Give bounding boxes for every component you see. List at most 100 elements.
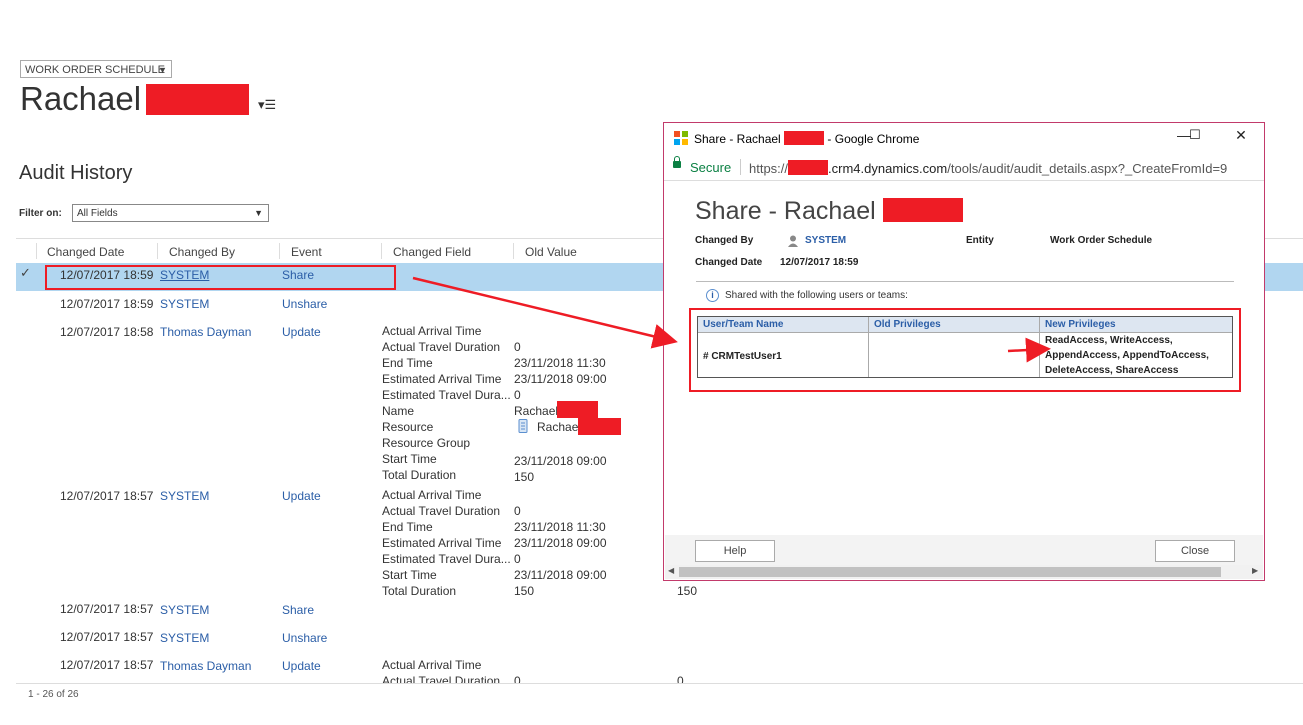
window-titlebar[interactable]: Share - Rachael - Google Chrome — ☐ ✕ xyxy=(664,123,1264,153)
close-button[interactable]: Close xyxy=(1155,540,1235,562)
old-value: 150 xyxy=(514,470,535,484)
scroll-right-icon[interactable]: ▶ xyxy=(1252,566,1258,575)
redaction-mark xyxy=(784,131,825,145)
row-changed-by-link[interactable]: Thomas Dayman xyxy=(160,325,251,339)
divider xyxy=(696,281,1234,282)
old-value: 23/11/2018 09:00 xyxy=(514,454,607,468)
old-value: 0 xyxy=(514,504,521,518)
lock-icon xyxy=(673,156,681,168)
help-button[interactable]: Help xyxy=(695,540,775,562)
new-value: 150 xyxy=(677,584,698,598)
address-bar[interactable]: Secure https:// .crm4.dynamics.com/tools/… xyxy=(664,154,1264,181)
check-icon[interactable]: ✓ xyxy=(20,265,31,281)
secure-label: Secure xyxy=(690,160,732,175)
row-changed-by-link[interactable]: Thomas Dayman xyxy=(160,659,251,673)
changed-field-name: Start Time xyxy=(382,452,437,466)
changed-field-name: End Time xyxy=(382,520,433,534)
caret-down-icon: ▼ xyxy=(254,208,263,218)
changed-field-name: Actual Travel Duration xyxy=(382,504,501,518)
column-header-user-team: User/Team Name xyxy=(703,319,784,330)
filter-select[interactable]: All Fields ▼ xyxy=(72,204,269,222)
changed-field-name: Actual Arrival Time xyxy=(382,488,482,502)
row-changed-by-link[interactable]: SYSTEM xyxy=(160,297,209,311)
clipped-row: Actual Travel Duration 0 0 xyxy=(0,672,1303,683)
privilege-user-name: # CRMTestUser1 xyxy=(703,351,782,362)
user-icon xyxy=(788,234,798,247)
new-value: 0 xyxy=(677,674,684,683)
column-header-old-privileges: Old Privileges xyxy=(874,319,941,330)
row-changed-by-link[interactable]: SYSTEM xyxy=(160,489,209,503)
old-value: 23/11/2018 09:00 xyxy=(514,568,607,582)
changed-field-name: Actual Arrival Time xyxy=(382,324,482,338)
changed-date-label: Changed Date xyxy=(695,257,763,268)
entity-value: Work Order Schedule xyxy=(1050,235,1153,246)
changed-date-value: 12/07/2017 18:59 xyxy=(780,257,859,268)
row-changed-date: 12/07/2017 18:58 xyxy=(60,325,154,339)
changed-field-name: Name xyxy=(382,404,415,418)
old-value: 0 xyxy=(514,388,521,402)
row-event-link[interactable]: Unshare xyxy=(282,297,327,311)
share-details-popup: Share - Rachael - Google Chrome — ☐ ✕ Se… xyxy=(663,122,1265,581)
new-privilege-line: DeleteAccess, ShareAccess xyxy=(1045,365,1179,376)
caret-down-icon: ▼ xyxy=(158,65,167,75)
changed-field-name: Estimated Arrival Time xyxy=(382,372,502,386)
list-menu-icon[interactable]: ▾☰ xyxy=(258,97,276,113)
column-header-new-privileges: New Privileges xyxy=(1045,319,1116,330)
column-header-old-value[interactable]: Old Value xyxy=(525,245,577,259)
changed-field-name: Resource Group xyxy=(382,436,471,450)
form-selector[interactable]: WORK ORDER SCHEDULE ▼ xyxy=(20,60,172,78)
window-title-suffix: - Google Chrome xyxy=(827,132,920,146)
changed-field-name: Estimated Travel Dura... xyxy=(382,388,511,402)
changed-field-name: Total Duration xyxy=(382,584,457,598)
row-event-link[interactable]: Update xyxy=(282,325,321,339)
windows-logo-icon xyxy=(674,131,688,145)
grid-footer xyxy=(16,683,1303,725)
row-changed-date: 12/07/2017 18:57 xyxy=(60,658,154,672)
redaction-mark xyxy=(146,84,249,115)
old-value: 0 xyxy=(514,674,521,683)
row-changed-by-link[interactable]: SYSTEM xyxy=(160,631,209,645)
row-changed-by-link[interactable]: SYSTEM xyxy=(160,603,209,617)
annotation-highlight-box xyxy=(45,265,396,290)
column-header-changed-field[interactable]: Changed Field xyxy=(393,245,471,259)
column-header-event[interactable]: Event xyxy=(291,245,322,259)
row-event-link[interactable]: Update xyxy=(282,659,321,673)
column-header-changed-date[interactable]: Changed Date xyxy=(47,245,124,259)
old-value: 23/11/2018 11:30 xyxy=(514,520,606,534)
old-value: 23/11/2018 09:00 xyxy=(514,536,607,550)
row-event-link[interactable]: Update xyxy=(282,489,321,503)
column-header-changed-by[interactable]: Changed By xyxy=(169,245,235,259)
resource-lookup-link[interactable]: Rachael xyxy=(537,420,581,434)
new-privilege-line: AppendAccess, AppendToAccess, xyxy=(1045,350,1209,361)
dialog-title: Share - Rachael xyxy=(695,197,963,226)
url-text[interactable]: https:// .crm4.dynamics.com/tools/audit/a… xyxy=(749,160,1227,176)
record-title: Rachael xyxy=(20,80,142,117)
changed-by-label: Changed By xyxy=(695,235,754,246)
url-prefix: https:// xyxy=(749,161,789,176)
window-title-prefix: Share - Rachael xyxy=(694,132,781,146)
old-value: Rachael xyxy=(514,404,559,418)
redaction-mark xyxy=(557,401,598,418)
changed-field-name: Actual Travel Duration xyxy=(382,340,501,354)
row-changed-date: 12/07/2017 18:57 xyxy=(60,489,154,503)
redaction-mark xyxy=(882,198,963,222)
old-value: 23/11/2018 11:30 xyxy=(514,356,606,370)
old-value: 23/11/2018 09:00 xyxy=(514,372,607,386)
redaction-mark xyxy=(578,418,621,435)
changed-field-name: Resource xyxy=(382,420,434,434)
horizontal-scrollbar[interactable]: ◀ ▶ xyxy=(665,565,1263,579)
old-value: 0 xyxy=(514,340,521,354)
scrollbar-thumb[interactable] xyxy=(679,567,1221,577)
row-event-link[interactable]: Share xyxy=(282,603,314,617)
maximize-icon[interactable]: ☐ xyxy=(1185,127,1205,143)
shared-with-text: Shared with the following users or teams… xyxy=(725,290,908,301)
changed-field-name: Start Time xyxy=(382,568,437,582)
dialog-title-text: Share - Rachael xyxy=(695,197,876,225)
scroll-left-icon[interactable]: ◀ xyxy=(668,566,674,575)
close-window-icon[interactable]: ✕ xyxy=(1231,127,1251,144)
url-domain: .crm4.dynamics.com xyxy=(828,161,948,176)
row-event-link[interactable]: Unshare xyxy=(282,631,327,645)
changed-by-link[interactable]: SYSTEM xyxy=(805,235,846,246)
entity-label: Entity xyxy=(966,235,994,246)
old-value: 150 xyxy=(514,584,535,598)
